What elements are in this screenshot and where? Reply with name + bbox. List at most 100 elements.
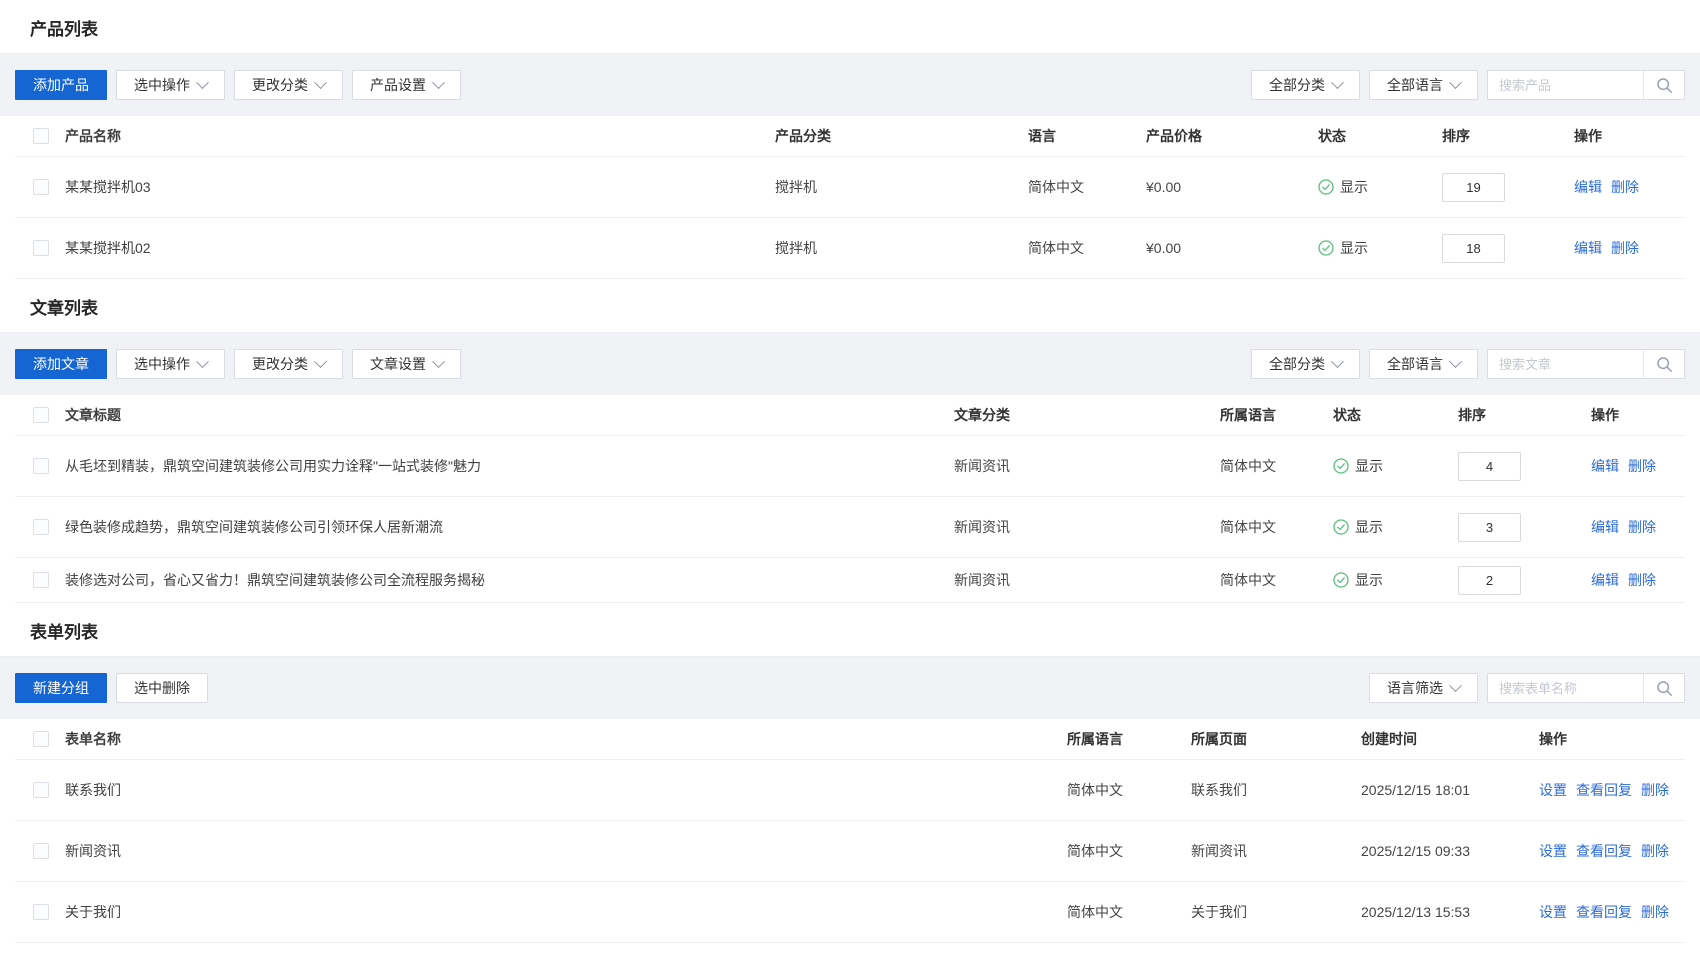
- form-created-time: 2025/12/13 15:53: [1361, 904, 1539, 920]
- delete-link[interactable]: 删除: [1628, 570, 1656, 590]
- column-header: 语言: [1028, 126, 1146, 146]
- forms-search-button[interactable]: [1643, 674, 1684, 702]
- dropdown-label: 产品设置: [370, 71, 426, 99]
- edit-link[interactable]: 编辑: [1591, 517, 1619, 537]
- status-label: 显示: [1355, 517, 1383, 537]
- sort-input[interactable]: [1442, 234, 1505, 263]
- articles-search: [1487, 349, 1685, 379]
- products-toolbar-left: 添加产品 选中操作 更改分类 产品设置: [15, 70, 461, 100]
- chevron-down-icon: [432, 76, 445, 89]
- view-replies-link[interactable]: 查看回复: [1576, 780, 1632, 800]
- delete-link[interactable]: 删除: [1628, 517, 1656, 537]
- delete-link[interactable]: 删除: [1628, 456, 1656, 476]
- products-change-category-dropdown[interactable]: 更改分类: [234, 70, 343, 100]
- sort-input[interactable]: [1442, 173, 1505, 202]
- forms-search: [1487, 673, 1685, 703]
- column-header: 排序: [1442, 126, 1574, 146]
- article-language: 简体中文: [1220, 570, 1333, 590]
- row-checkbox[interactable]: [33, 572, 49, 588]
- product-language: 简体中文: [1028, 238, 1146, 258]
- forms-language-filter-dropdown[interactable]: 语言筛选: [1369, 673, 1478, 703]
- select-all-checkbox[interactable]: [33, 731, 49, 747]
- column-header: 状态: [1318, 126, 1442, 146]
- edit-link[interactable]: 编辑: [1574, 177, 1602, 197]
- row-checkbox[interactable]: [33, 782, 49, 798]
- delete-selected-button[interactable]: 选中删除: [116, 673, 208, 703]
- articles-section: 文章列表 添加文章 选中操作 更改分类 文章设置 全部分类 全部语言: [0, 279, 1700, 603]
- delete-link[interactable]: 删除: [1641, 902, 1669, 922]
- dropdown-label: 全部分类: [1269, 71, 1325, 99]
- column-header: 产品价格: [1146, 126, 1318, 146]
- articles-change-category-dropdown[interactable]: 更改分类: [234, 349, 343, 379]
- articles-table-header: 文章标题 文章分类 所属语言 状态 排序 操作: [15, 395, 1685, 436]
- product-language: 简体中文: [1028, 177, 1146, 197]
- products-search-input[interactable]: [1488, 71, 1643, 99]
- column-header: 所属语言: [1067, 729, 1191, 749]
- add-article-button[interactable]: 添加文章: [15, 349, 107, 379]
- forms-table: 表单名称 所属语言 所属页面 创建时间 操作 联系我们 简体中文 联系我们 20…: [15, 719, 1685, 943]
- delete-link[interactable]: 删除: [1611, 177, 1639, 197]
- sort-input[interactable]: [1458, 513, 1521, 542]
- row-checkbox[interactable]: [33, 519, 49, 535]
- products-selected-action-dropdown[interactable]: 选中操作: [116, 70, 225, 100]
- products-search-button[interactable]: [1643, 71, 1684, 99]
- select-all-checkbox[interactable]: [33, 128, 49, 144]
- row-checkbox[interactable]: [33, 458, 49, 474]
- products-settings-dropdown[interactable]: 产品设置: [352, 70, 461, 100]
- column-header: 产品名称: [65, 126, 775, 146]
- settings-link[interactable]: 设置: [1539, 780, 1567, 800]
- view-replies-link[interactable]: 查看回复: [1576, 841, 1632, 861]
- articles-selected-action-dropdown[interactable]: 选中操作: [116, 349, 225, 379]
- products-table: 产品名称 产品分类 语言 产品价格 状态 排序 操作 某某搅拌机03 搅拌机 简…: [15, 116, 1685, 279]
- forms-toolbar-right: 语言筛选: [1369, 673, 1685, 703]
- edit-link[interactable]: 编辑: [1574, 238, 1602, 258]
- table-row: 联系我们 简体中文 联系我们 2025/12/15 18:01 设置 查看回复 …: [15, 760, 1685, 821]
- row-checkbox[interactable]: [33, 843, 49, 859]
- select-all-checkbox[interactable]: [33, 407, 49, 423]
- delete-link[interactable]: 删除: [1641, 841, 1669, 861]
- view-replies-link[interactable]: 查看回复: [1576, 902, 1632, 922]
- settings-link[interactable]: 设置: [1539, 841, 1567, 861]
- product-category: 搅拌机: [775, 177, 1028, 197]
- status-label: 显示: [1340, 177, 1368, 197]
- articles-page-title: 文章列表: [0, 279, 1700, 333]
- dropdown-label: 更改分类: [252, 71, 308, 99]
- forms-search-input[interactable]: [1488, 674, 1643, 702]
- articles-search-input[interactable]: [1488, 350, 1643, 378]
- article-title: 绿色装修成趋势，鼎筑空间建筑装修公司引领环保人居新潮流: [65, 517, 954, 537]
- chevron-down-icon: [1449, 355, 1462, 368]
- chevron-down-icon: [1449, 679, 1462, 692]
- sort-input[interactable]: [1458, 452, 1521, 481]
- edit-link[interactable]: 编辑: [1591, 456, 1619, 476]
- row-checkbox[interactable]: [33, 240, 49, 256]
- form-page: 新闻资讯: [1191, 841, 1361, 861]
- chevron-down-icon: [314, 355, 327, 368]
- products-language-filter-dropdown[interactable]: 全部语言: [1369, 70, 1478, 100]
- status-label: 显示: [1340, 238, 1368, 258]
- row-checkbox[interactable]: [33, 904, 49, 920]
- articles-search-button[interactable]: [1643, 350, 1684, 378]
- edit-link[interactable]: 编辑: [1591, 570, 1619, 590]
- articles-settings-dropdown[interactable]: 文章设置: [352, 349, 461, 379]
- column-header: 创建时间: [1361, 729, 1539, 749]
- delete-link[interactable]: 删除: [1641, 780, 1669, 800]
- products-toolbar-right: 全部分类 全部语言: [1251, 70, 1685, 100]
- table-row: 新闻资讯 简体中文 新闻资讯 2025/12/15 09:33 设置 查看回复 …: [15, 821, 1685, 882]
- article-language: 简体中文: [1220, 517, 1333, 537]
- column-header: 所属语言: [1220, 405, 1333, 425]
- articles-category-filter-dropdown[interactable]: 全部分类: [1251, 349, 1360, 379]
- settings-link[interactable]: 设置: [1539, 902, 1567, 922]
- articles-language-filter-dropdown[interactable]: 全部语言: [1369, 349, 1478, 379]
- new-group-button[interactable]: 新建分组: [15, 673, 107, 703]
- chevron-down-icon: [1331, 355, 1344, 368]
- delete-link[interactable]: 删除: [1611, 238, 1639, 258]
- add-product-button[interactable]: 添加产品: [15, 70, 107, 100]
- sort-input[interactable]: [1458, 566, 1521, 595]
- search-icon: [1656, 680, 1673, 697]
- row-checkbox[interactable]: [33, 179, 49, 195]
- form-language: 简体中文: [1067, 780, 1191, 800]
- article-title: 装修选对公司，省心又省力！鼎筑空间建筑装修公司全流程服务揭秘: [65, 570, 954, 590]
- products-category-filter-dropdown[interactable]: 全部分类: [1251, 70, 1360, 100]
- chevron-down-icon: [432, 355, 445, 368]
- check-circle-icon: [1333, 458, 1349, 474]
